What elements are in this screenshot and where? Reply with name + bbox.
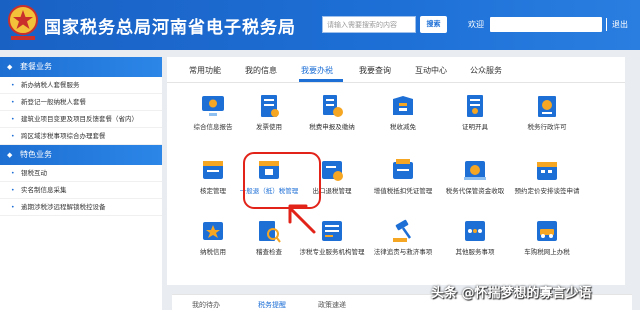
service-tile[interactable]: 税务代保管资金收取 [438,157,512,195]
service-tile-label: 税务代保管资金收取 [445,187,505,195]
tab-bar: 常用功能 我的信息 我要办税 我要查询 互动中心 公众服务 [167,57,625,83]
tax-declare-icon [323,95,343,117]
search-button[interactable]: 搜索 [420,16,447,33]
service-tile[interactable]: 税务行政许可 [510,93,584,131]
service-tile[interactable]: 增值税抵扣凭证管理 [366,157,440,195]
sidebar-item-remote-unlock[interactable]: • 逾期涉税涉远程解锁税控设备 [0,199,162,216]
tab-my-todo[interactable]: 我的待办 [192,300,220,310]
tab-query[interactable]: 我要查询 [359,65,391,76]
username-box [490,17,602,32]
gavel-icon [393,219,412,242]
vat-voucher-icon [393,159,413,179]
welcome-text: 欢迎 [468,20,484,29]
agency-icon [322,221,342,241]
sidebar-section-package[interactable]: ◆ 套餐业务 [0,57,162,77]
sidebar-item-label: 跨区域涉税事项综合办理套餐 [21,132,106,140]
top-header: 国家税务总局河南省电子税务局 搜索 欢迎 退出 [0,0,640,50]
search-input[interactable] [322,16,416,33]
sidebar-item-label: 逾期涉税涉远程解锁税控设备 [21,203,106,211]
credit-icon [203,222,223,240]
active-tab-indicator [299,79,343,82]
tab-common[interactable]: 常用功能 [189,65,221,76]
tax-emblem-icon [8,5,38,40]
service-tile[interactable]: 证明开具 [438,93,512,131]
sidebar-item-label: 新办纳税人套餐服务 [21,81,80,89]
calendar-icon [537,162,557,180]
service-tile-label: 税费申报及缴纳 [309,123,355,131]
bullet-icon: • [11,99,15,106]
service-tile-label: 法律追责与救济事项 [373,248,433,256]
fund-custody-icon [464,161,486,180]
bullet-icon: • [11,204,15,211]
sidebar-item-label: 新登记一般纳税人套餐 [21,98,86,106]
bullet-icon: • [11,82,15,89]
watermark-text: 头条 @怀揣梦想的寡言少语 [431,286,592,301]
sidebar-item-bank-tax[interactable]: • 银税互动 [0,165,162,182]
header-divider [606,18,607,31]
monitor-icon [202,96,224,116]
sidebar-item-label: 实名制信息采集 [21,186,67,194]
sidebar-section-label: 特色业务 [20,150,52,159]
service-tile-label: 车购税网上办税 [524,248,570,256]
service-tile-label: 增值税抵扣凭证管理 [373,187,433,195]
service-tile[interactable]: 税收减免 [366,93,440,131]
tab-my-info[interactable]: 我的信息 [245,65,277,76]
service-tile[interactable]: 法律追责与救济事项 [366,218,440,256]
sidebar-item-new-taxpayer[interactable]: • 新办纳税人套餐服务 [0,77,162,94]
other-service-icon [465,221,485,241]
expand-arrow-icon: ◆ [7,63,13,71]
service-tile-label: 涉税专业服务机构管理 [299,248,365,256]
service-tile[interactable]: 税费申报及缴纳 [295,93,369,131]
expand-arrow-icon: ◆ [7,151,13,159]
sidebar-item-general-taxpayer[interactable]: • 新登记一般纳税人套餐 [0,94,162,111]
sidebar-item-cross-region[interactable]: • 跨区域涉税事项综合办理套餐 [0,128,162,145]
bullet-icon: • [11,170,15,177]
tab-tax-reminder[interactable]: 税务提醒 [258,300,286,310]
sidebar-section-label: 套餐业务 [20,62,52,71]
tax-reduction-icon [393,96,413,115]
bullet-icon: • [11,133,15,140]
service-tile[interactable]: 车购税网上办税 [510,218,584,256]
tab-public-service[interactable]: 公众服务 [470,65,502,76]
export-refund-icon [322,161,343,181]
service-tile-label: 税收减免 [390,123,416,131]
sidebar-item-label: 建筑业项目变更及项目反馈套餐（省内） [21,115,138,123]
sidebar-item-label: 银税互动 [21,169,47,177]
bullet-icon: • [11,116,15,123]
assessment-icon [203,161,223,179]
sidebar-item-real-name[interactable]: • 实名制信息采集 [0,182,162,199]
certificate-icon [467,95,483,117]
tab-interaction[interactable]: 互动中心 [415,65,447,76]
pointer-arrow-icon [288,204,316,234]
site-title: 国家税务总局河南省电子税务局 [44,18,296,38]
sidebar-item-construction[interactable]: • 建筑业项目变更及项目反馈套餐（省内） [0,111,162,128]
tab-tax-handling[interactable]: 我要办税 [301,65,333,76]
service-tile-label: 预约定价安排谈签申请 [514,187,580,195]
admin-permit-icon [538,96,556,117]
invoice-icon [261,95,279,117]
tab-policy-news[interactable]: 政策速递 [318,300,346,310]
inspection-icon [259,221,281,243]
sidebar: ◆ 套餐业务 • 新办纳税人套餐服务 • 新登记一般纳税人套餐 • 建筑业项目变更及项… [0,57,162,310]
logout-link[interactable]: 退出 [612,19,628,30]
service-tile-label: 税务行政许可 [527,123,567,131]
vehicle-tax-icon [537,221,557,241]
service-tile[interactable]: 预约定价安排谈签申请 [510,157,584,195]
bullet-icon: • [11,187,15,194]
sidebar-section-featured[interactable]: ◆ 特色业务 [0,145,162,165]
service-tile-label: 其他服务事项 [455,248,495,256]
service-tile[interactable]: 其他服务事项 [438,218,512,256]
service-tile-label: 证明开具 [462,123,488,131]
